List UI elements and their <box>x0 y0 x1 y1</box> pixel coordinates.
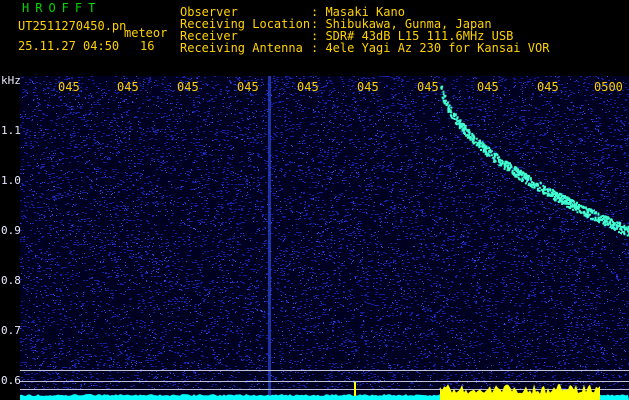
system-name: HROFFT <box>22 1 102 15</box>
interference-line <box>268 76 271 400</box>
y-tick: 0.7 <box>1 324 21 337</box>
y-axis-unit: kHz <box>1 74 21 87</box>
event-type: meteor <box>124 26 168 40</box>
reference-line <box>20 389 629 390</box>
antenna-value: : 4ele Yagi Az 230 for Kansai VOR <box>311 41 550 55</box>
x-tick: 0500 <box>594 80 623 94</box>
x-tick: 045 <box>417 80 439 94</box>
reference-line <box>20 381 629 382</box>
y-tick: 0.9 <box>1 224 21 237</box>
y-tick: 1.1 <box>1 124 21 137</box>
spectrogram-canvas <box>20 76 629 400</box>
x-tick: 045 <box>58 80 80 94</box>
power-spike <box>354 382 356 396</box>
x-tick: 045 <box>117 80 139 94</box>
x-tick: 045 <box>537 80 559 94</box>
reference-line <box>20 370 629 371</box>
header-panel: HROFFT UT2511270450.pn meteor 25.11.27 0… <box>0 0 629 75</box>
datetime: 25.11.27 04:50 <box>18 39 120 53</box>
x-tick: 045 <box>237 80 259 94</box>
filename: UT2511270450.pn <box>18 19 127 33</box>
y-tick: 0.6 <box>1 374 21 387</box>
x-tick: 045 <box>477 80 499 94</box>
y-tick: 0.8 <box>1 274 21 287</box>
spectrogram <box>20 76 629 400</box>
x-tick: 045 <box>357 80 379 94</box>
y-tick: 1.0 <box>1 174 21 187</box>
x-tick: 045 <box>297 80 319 94</box>
antenna-label: Receiving Antenna <box>180 41 303 55</box>
x-tick: 045 <box>177 80 199 94</box>
count: 16 <box>140 39 155 53</box>
